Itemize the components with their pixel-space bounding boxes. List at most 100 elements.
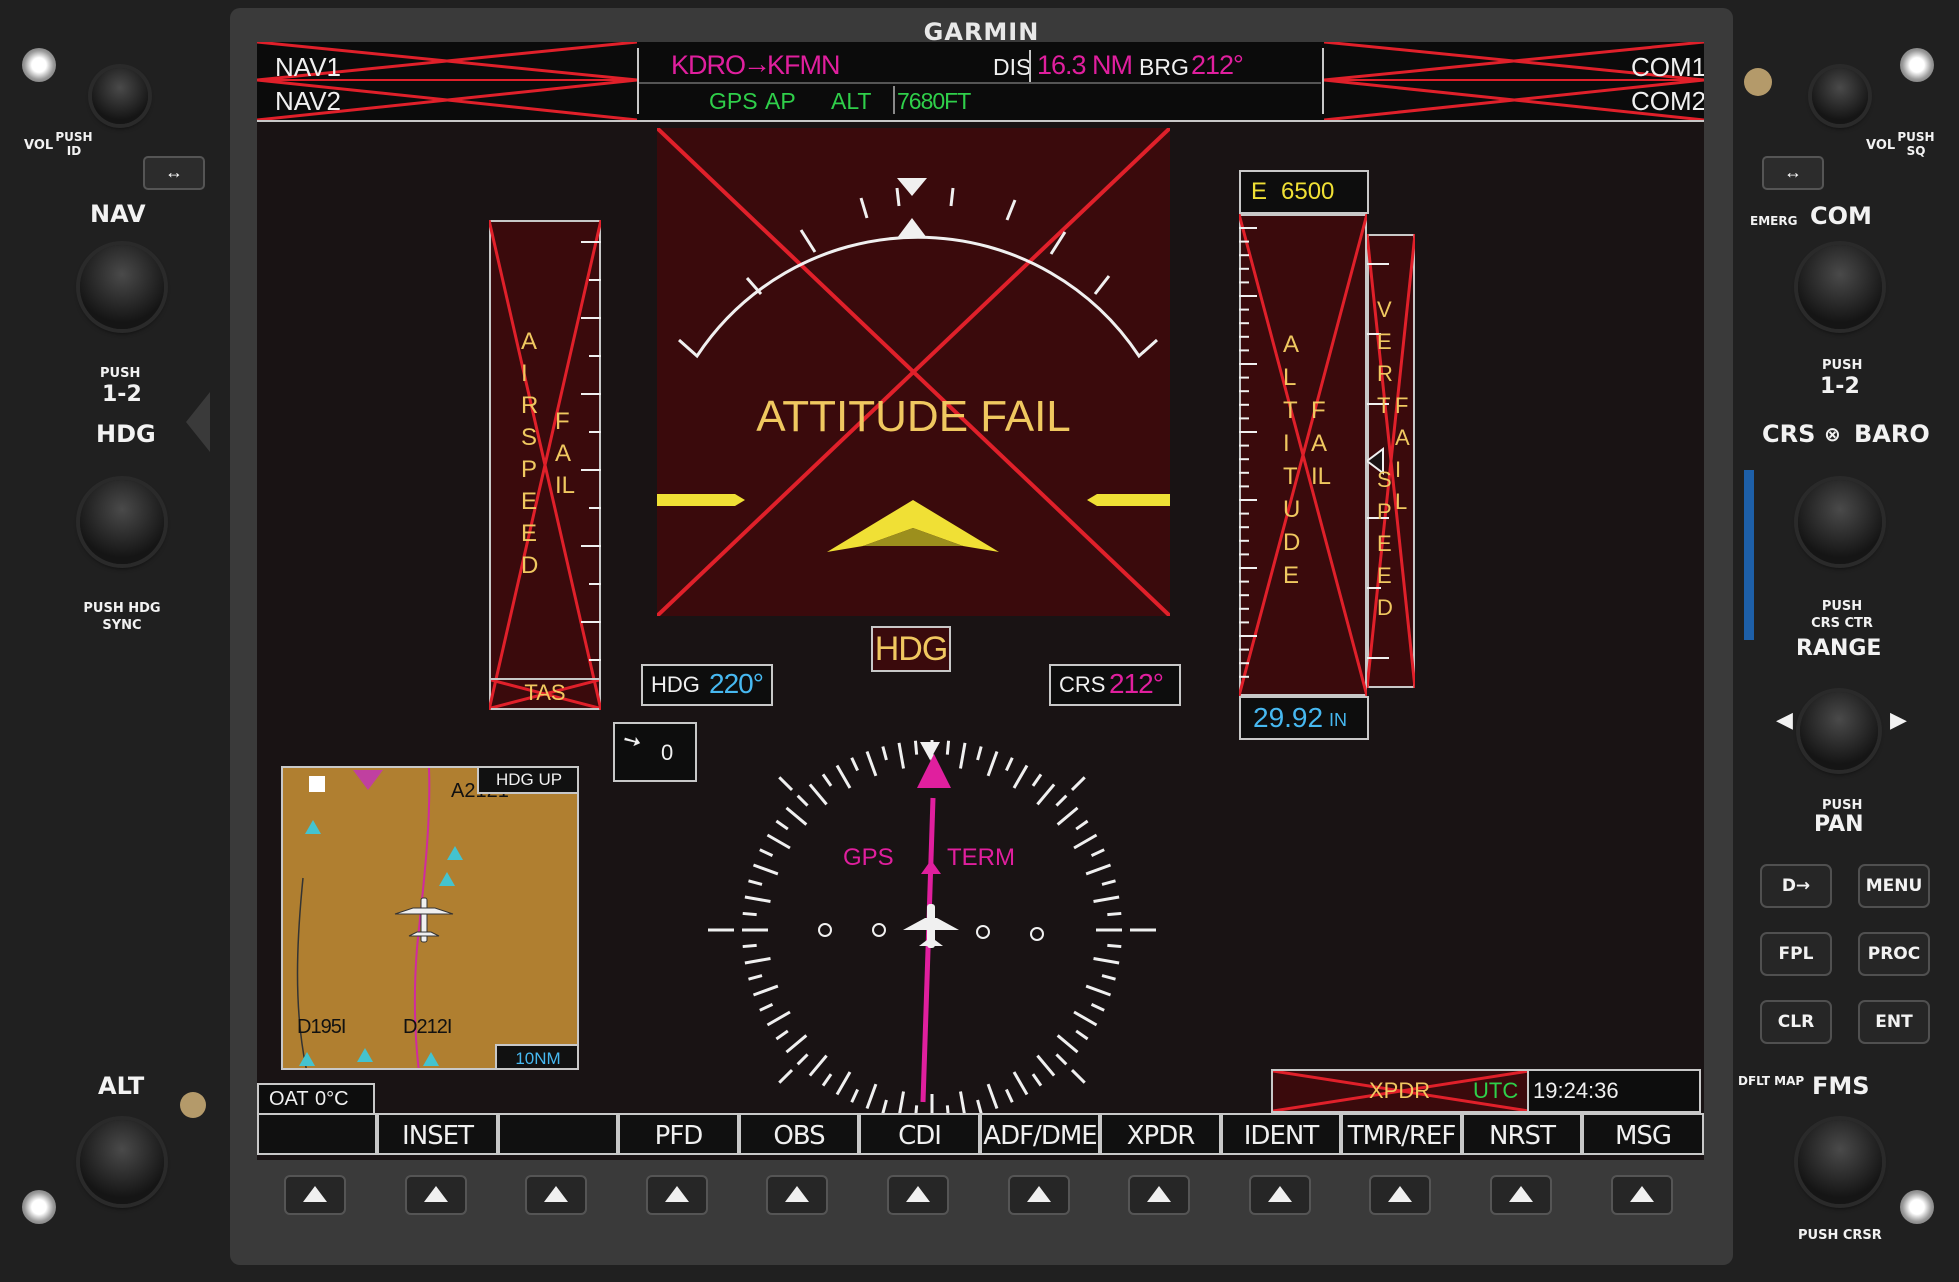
altitude-fail-label: FAIL: [1311, 397, 1332, 490]
emerg-label: EMERG: [1750, 214, 1798, 228]
inset-range-box: 10NM: [495, 1044, 577, 1068]
up-arrow-icon: [303, 1186, 327, 1202]
screw-icon: [1900, 48, 1934, 82]
screw-icon: [22, 1190, 56, 1224]
up-arrow-icon: [423, 1186, 448, 1202]
crs-label: CRS: [1762, 420, 1816, 448]
push-label: PUSH: [100, 366, 141, 381]
softkey-hardware-button[interactable]: [766, 1175, 829, 1215]
softkey-3[interactable]: [498, 1113, 618, 1155]
menu-button[interactable]: MENU: [1858, 864, 1930, 908]
softkey-hardware-button[interactable]: [1490, 1175, 1552, 1215]
ent-button[interactable]: ENT: [1858, 1000, 1930, 1044]
softkey-hardware-button[interactable]: [1007, 1175, 1070, 1215]
vsi-fail-word-1: VERT: [1377, 297, 1393, 418]
alt-knob-label: ALT: [98, 1072, 145, 1100]
inset-orientation-box: HDG UP: [477, 768, 577, 794]
dis-value: 16.3 NM: [1037, 50, 1133, 80]
inset-aircraft-icon: [394, 897, 454, 943]
softkey-hardware-button[interactable]: [1369, 1175, 1432, 1215]
softkey-1[interactable]: [257, 1113, 377, 1155]
inset-map[interactable]: A2121 D195I D212I HDG UP 10NM: [281, 766, 579, 1070]
nav-frequency-knob[interactable]: [80, 245, 164, 329]
hdg-knob[interactable]: [80, 480, 164, 564]
softkey-hardware-button[interactable]: [525, 1175, 588, 1215]
utc-time: 19:24:36: [1533, 1078, 1619, 1103]
xpdr-utc-box: XPDR UTC 19:24:36: [1271, 1069, 1701, 1113]
crs-baro-knob[interactable]: [1798, 480, 1882, 564]
tas-box: TAS: [491, 678, 599, 708]
aircraft-symbol-icon: [903, 904, 959, 948]
ap-lateral-mode: GPS: [709, 88, 758, 114]
airspeed-fail-cross-icon: [489, 220, 601, 710]
com-frequency-knob[interactable]: [1798, 245, 1882, 329]
direct-to-button[interactable]: D→: [1760, 864, 1832, 908]
softkey-hardware-button[interactable]: [1128, 1175, 1191, 1215]
utc-label: UTC: [1473, 1078, 1519, 1103]
softkey-hardware-button[interactable]: [1248, 1175, 1311, 1215]
push-crsr-label: PUSH CRSR: [1798, 1228, 1882, 1243]
range-pan-knob[interactable]: [1800, 692, 1878, 770]
light-sensor: [1744, 68, 1772, 96]
brg-value: 212°: [1191, 50, 1244, 80]
softkey-hardware-button[interactable]: [887, 1175, 949, 1215]
ap-altitude-target: 7680FT: [897, 88, 971, 114]
clr-button[interactable]: CLR: [1760, 1000, 1832, 1044]
softkey-adf-dme[interactable]: ADF/DME: [980, 1113, 1100, 1155]
proc-button[interactable]: PROC: [1858, 932, 1930, 976]
up-arrow-icon: [1026, 1186, 1051, 1202]
up-arrow-icon: [1147, 1186, 1172, 1202]
up-arrow-icon: [785, 1186, 810, 1202]
flight-plan-from: KDRO: [671, 50, 746, 80]
altitude-tape: ALTITUDE FAIL: [1239, 214, 1367, 696]
vsi-fail-word-2: SPEED: [1377, 467, 1393, 620]
com2-label: COM2: [1631, 86, 1704, 116]
nav-swap-button[interactable]: ↔: [143, 156, 205, 190]
fpl-button[interactable]: FPL: [1760, 932, 1832, 976]
lubber-line-icon: [920, 742, 940, 760]
com-volume-knob[interactable]: [1812, 68, 1868, 124]
softkey-nrst[interactable]: NRST: [1462, 1113, 1582, 1155]
push-hdg-sync-label: PUSH HDG SYNC: [83, 601, 161, 633]
com-swap-button[interactable]: ↔: [1762, 156, 1824, 190]
softkey-hardware-button[interactable]: [645, 1175, 708, 1215]
softkey-inset[interactable]: INSET: [377, 1113, 498, 1155]
course-needle: [920, 797, 936, 1103]
nav-volume-knob[interactable]: [92, 68, 148, 124]
baro-setting-box[interactable]: 29.92 IN: [1239, 696, 1369, 740]
baro-value: 29.92: [1253, 702, 1324, 733]
up-arrow-icon: [1509, 1186, 1533, 1202]
softkey-tmr-ref[interactable]: TMR/REF: [1341, 1113, 1462, 1155]
inset-label-d212i: D212I: [403, 1016, 452, 1038]
baro-unit: IN: [1329, 710, 1347, 730]
fms-label: FMS: [1812, 1072, 1870, 1100]
com-label: COM: [1810, 202, 1872, 230]
softkey-hardware-button[interactable]: [404, 1175, 467, 1215]
com-1-2-label: 1-2: [1820, 374, 1860, 399]
photocell-indicator: [186, 392, 210, 452]
hsi-flight-phase: TERM: [947, 844, 1015, 871]
softkey-xpdr[interactable]: XPDR: [1100, 1113, 1221, 1155]
softkey-obs[interactable]: OBS: [739, 1113, 859, 1155]
alt-knob[interactable]: [80, 1120, 164, 1204]
nav2-label: NAV2: [275, 86, 341, 116]
softkey-ident[interactable]: IDENT: [1221, 1113, 1341, 1155]
screw-icon: [1900, 1190, 1934, 1224]
tas-label: TAS: [524, 680, 566, 705]
ap-status: AP: [765, 88, 796, 114]
softkey-hardware-button[interactable]: [284, 1175, 346, 1215]
pan-left-arrow-icon: ◀: [1776, 708, 1793, 733]
hdg-knob-label: HDG: [96, 420, 156, 448]
vol-label: VOL: [1866, 138, 1896, 153]
fms-knob[interactable]: [1798, 1120, 1882, 1204]
altitude-fail-text-vertical: ALTITUDE: [1283, 331, 1301, 589]
oat-box: OAT 0°C: [257, 1083, 375, 1117]
softkey-pfd[interactable]: PFD: [618, 1113, 739, 1155]
softkey-cdi[interactable]: CDI: [859, 1113, 980, 1155]
up-arrow-icon: [1388, 1186, 1413, 1202]
vsi-fail-word-3: FAIL: [1395, 393, 1410, 514]
dflt-map-label: DFLT MAP: [1738, 1074, 1805, 1088]
softkey-msg[interactable]: MSG: [1582, 1113, 1704, 1155]
vertical-speed-indicator: VERT SPEED FAIL: [1367, 234, 1415, 688]
softkey-hardware-button[interactable]: [1610, 1175, 1673, 1215]
